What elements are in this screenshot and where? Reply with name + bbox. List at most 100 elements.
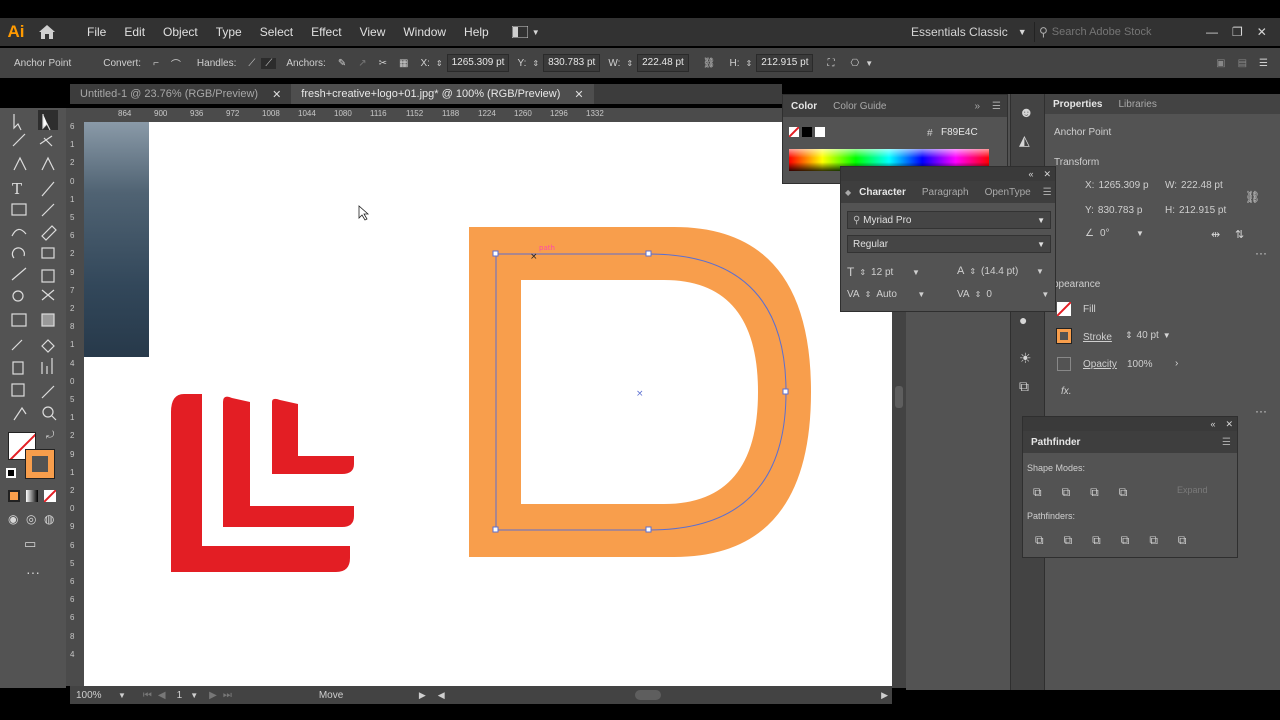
chevron-down-icon[interactable]: ▼ xyxy=(1036,267,1044,276)
chevron-down-icon[interactable]: ▼ xyxy=(1163,331,1171,340)
kerning-field[interactable]: Auto xyxy=(876,289,912,300)
unite-icon[interactable]: ⧉ xyxy=(1033,485,1042,500)
symbols-icon[interactable]: ◭ xyxy=(1019,132,1030,149)
crop-icon[interactable]: ⧉ xyxy=(1121,533,1130,548)
more-tools-icon[interactable]: ··· xyxy=(26,564,40,580)
align-grid-icon[interactable]: ▦ xyxy=(393,58,414,69)
w-field[interactable]: 222.48 pt xyxy=(637,54,689,72)
stepper-icon[interactable]: ⇕ xyxy=(865,290,872,299)
more-options-icon[interactable]: ··· xyxy=(1255,246,1267,260)
tracking-field[interactable]: 0 xyxy=(986,289,1036,300)
stepper-icon[interactable]: ⇕ xyxy=(859,268,866,277)
divide-icon[interactable]: ⧉ xyxy=(1035,533,1044,548)
zoom-tool-icon[interactable] xyxy=(38,404,58,424)
minus-back-icon[interactable]: ⧉ xyxy=(1178,533,1187,548)
transform-icon[interactable]: ⛶ xyxy=(813,58,844,69)
white-color-icon[interactable] xyxy=(815,127,825,137)
horizontal-scrollbar[interactable] xyxy=(634,690,661,700)
menu-object[interactable]: Object xyxy=(154,18,207,46)
none-mode-icon[interactable] xyxy=(44,490,56,502)
menu-type[interactable]: Type xyxy=(207,18,251,46)
isolate-icon[interactable]: ⎔ xyxy=(844,58,865,69)
minus-front-icon[interactable]: ⧉ xyxy=(1062,485,1071,500)
direct-selection-tool-icon[interactable] xyxy=(38,110,58,130)
eraser-tool-icon[interactable] xyxy=(38,224,58,244)
scroll-left-icon[interactable]: ◀ xyxy=(426,690,445,701)
y-field[interactable]: 830.783 p xyxy=(1098,205,1143,216)
default-colors-icon[interactable] xyxy=(6,468,16,478)
shaper-tool-icon[interactable] xyxy=(8,224,28,244)
x-field[interactable]: 1265.309 pt xyxy=(446,54,510,72)
shape-builder-tool-icon[interactable] xyxy=(8,290,28,310)
free-transform-tool-icon[interactable] xyxy=(38,268,58,288)
width-tool-icon[interactable] xyxy=(8,268,28,288)
collapse-icon[interactable]: » xyxy=(968,101,986,112)
close-icon[interactable]: ✕ xyxy=(1257,25,1267,39)
hex-field[interactable]: F89E4C xyxy=(937,125,987,141)
workspace-switcher[interactable]: Essentials Classic xyxy=(911,25,1008,39)
stroke-swatch[interactable] xyxy=(1056,328,1072,344)
menu-window[interactable]: Window xyxy=(394,18,455,46)
appearance-icon[interactable]: ☀ xyxy=(1019,350,1032,367)
menu-icon[interactable]: ☰ xyxy=(1253,58,1280,69)
rotate-tool-icon[interactable] xyxy=(8,246,28,266)
remove-anchor-icon[interactable]: ✎ xyxy=(332,58,352,69)
collapse-icon[interactable]: « xyxy=(1210,419,1215,429)
x-stepper-icon[interactable]: ⇕ xyxy=(436,59,443,68)
close-icon[interactable]: ✕ xyxy=(574,88,583,101)
font-size-field[interactable]: 12 pt xyxy=(871,267,907,278)
symbol-sprayer-tool-icon[interactable] xyxy=(8,358,28,378)
expand-button[interactable]: Expand xyxy=(1177,485,1208,495)
close-icon[interactable]: ✕ xyxy=(272,88,281,101)
menu-effect[interactable]: Effect xyxy=(302,18,350,46)
fill-swatch[interactable] xyxy=(1057,302,1071,316)
hand-tool-icon[interactable] xyxy=(8,404,28,424)
angle-field[interactable]: 0° xyxy=(1100,228,1130,239)
menu-select[interactable]: Select xyxy=(251,18,302,46)
arrange-documents-icon[interactable]: ▼ xyxy=(511,22,548,42)
stroke-weight-field[interactable]: 40 pt xyxy=(1137,330,1159,341)
curvature-tool-icon[interactable] xyxy=(38,158,58,178)
menu-file[interactable]: File xyxy=(78,18,115,46)
chevron-down-icon[interactable]: ▼ xyxy=(1041,290,1049,299)
w-field[interactable]: 222.48 pt xyxy=(1181,180,1223,191)
gradient-tool-icon[interactable] xyxy=(38,312,58,332)
scroll-right-icon[interactable]: ▶ xyxy=(881,690,892,701)
pen-tool-icon[interactable] xyxy=(8,158,28,178)
artboard-number[interactable]: 1 xyxy=(169,690,191,701)
slice-tool-icon[interactable] xyxy=(38,380,58,400)
outline-icon[interactable]: ⧉ xyxy=(1149,533,1158,548)
chevron-down-icon[interactable]: ▼ xyxy=(190,691,206,700)
tab-libraries[interactable]: Libraries xyxy=(1110,99,1164,110)
graphic-styles-icon[interactable]: ⧉ xyxy=(1019,378,1029,395)
screen-mode-icon[interactable]: ▭ xyxy=(24,536,36,552)
intersect-icon[interactable]: ⧉ xyxy=(1090,485,1099,500)
hide-handles-icon[interactable]: ⟋ xyxy=(261,57,277,69)
chevron-down-icon[interactable]: ▼ xyxy=(917,290,925,299)
x-field[interactable]: 1265.309 p xyxy=(1098,180,1154,191)
close-icon[interactable]: ✕ xyxy=(1043,169,1051,180)
menu-edit[interactable]: Edit xyxy=(115,18,154,46)
flip-horizontal-icon[interactable]: ⇹ xyxy=(1211,228,1220,241)
tab-untitled[interactable]: Untitled-1 @ 23.76% (RGB/Preview) ✕ xyxy=(70,84,292,104)
artboard-canvas[interactable]: × × path xyxy=(84,122,892,686)
font-family-dropdown[interactable]: ⚲ Myriad Pro ▼ xyxy=(847,211,1051,229)
stroke-label[interactable]: Stroke xyxy=(1083,332,1112,343)
chevron-down-icon[interactable]: ▼ xyxy=(118,691,140,700)
column-graph-tool-icon[interactable] xyxy=(38,358,58,378)
trim-icon[interactable]: ⧉ xyxy=(1064,533,1073,548)
draw-mode-icon[interactable]: ◉ xyxy=(8,512,18,526)
connect-anchor-icon[interactable]: ↗ xyxy=(352,58,372,69)
rectangle-tool-icon[interactable] xyxy=(8,202,28,222)
menu-icon[interactable]: ☰ xyxy=(1039,187,1056,198)
more-options-icon[interactable]: ··· xyxy=(1255,404,1267,418)
h-stepper-icon[interactable]: ⇕ xyxy=(746,59,753,68)
leading-field[interactable]: (14.4 pt) xyxy=(981,266,1031,277)
magic-wand-tool-icon[interactable] xyxy=(8,134,28,154)
menu-view[interactable]: View xyxy=(351,18,395,46)
cut-path-icon[interactable]: ✂ xyxy=(373,58,393,69)
color-mode-icon[interactable] xyxy=(8,490,20,502)
tab-properties[interactable]: Properties xyxy=(1045,99,1110,110)
effects-label[interactable]: fx. xyxy=(1061,386,1072,397)
flip-vertical-icon[interactable]: ⇅ xyxy=(1235,228,1244,241)
